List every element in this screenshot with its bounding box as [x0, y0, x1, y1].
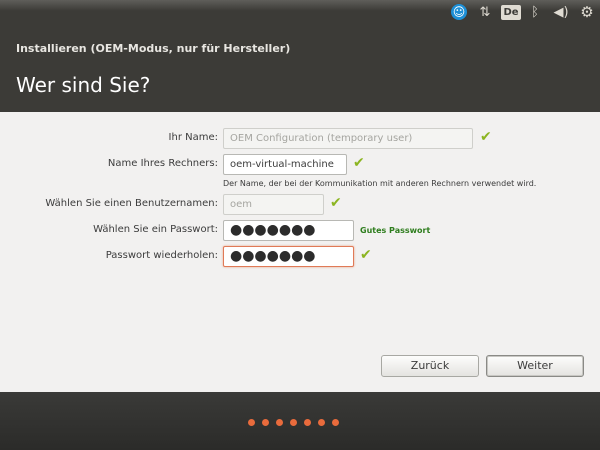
name-field[interactable] [223, 128, 473, 149]
progress-dots [248, 419, 339, 426]
check-icon: ✔ [330, 195, 342, 211]
progress-dot [290, 419, 297, 426]
keyboard-layout-icon[interactable]: De [501, 0, 521, 24]
username-label: Wählen Sie einen Benutzernamen: [45, 198, 218, 209]
volume-icon[interactable]: ◀) [551, 0, 571, 24]
name-label: Ihr Name: [168, 132, 218, 143]
gear-icon[interactable]: ⚙ [577, 0, 597, 24]
password-field[interactable]: ●●●●●●● [223, 220, 354, 241]
progress-dot [304, 419, 311, 426]
username-field[interactable] [223, 194, 324, 215]
window-title: Installieren (OEM-Modus, nur für Herstel… [16, 42, 291, 55]
bluetooth-icon[interactable]: ᛒ [528, 0, 542, 24]
progress-dot [332, 419, 339, 426]
window-header [0, 24, 600, 112]
progress-dot [248, 419, 255, 426]
repeat-password-label: Passwort wiederholen: [105, 250, 218, 261]
top-panel: ☺ ⇅ De ᛒ ◀) ⚙ [0, 0, 600, 24]
back-button[interactable]: Zurück [381, 355, 479, 377]
page-title: Wer sind Sie? [16, 73, 151, 97]
next-button[interactable]: Weiter [486, 355, 584, 377]
check-icon: ✔ [360, 247, 372, 263]
repeat-password-field[interactable]: ●●●●●●● [223, 246, 354, 267]
keyboard-layout-label: De [501, 4, 521, 20]
progress-dot [262, 419, 269, 426]
password-strength-label: Gutes Passwort [360, 226, 431, 235]
network-icon[interactable]: ⇅ [475, 0, 495, 24]
progress-dot [318, 419, 325, 426]
computer-name-hint: Der Name, der bei der Kommunikation mit … [223, 179, 537, 188]
progress-dot [276, 419, 283, 426]
password-label: Wählen Sie ein Passwort: [93, 224, 218, 235]
check-icon: ✔ [353, 155, 365, 171]
computer-name-field[interactable] [223, 154, 347, 175]
computer-name-label: Name Ihres Rechners: [107, 158, 218, 169]
accessibility-icon[interactable]: ☺ [448, 0, 470, 24]
check-icon: ✔ [480, 129, 492, 145]
